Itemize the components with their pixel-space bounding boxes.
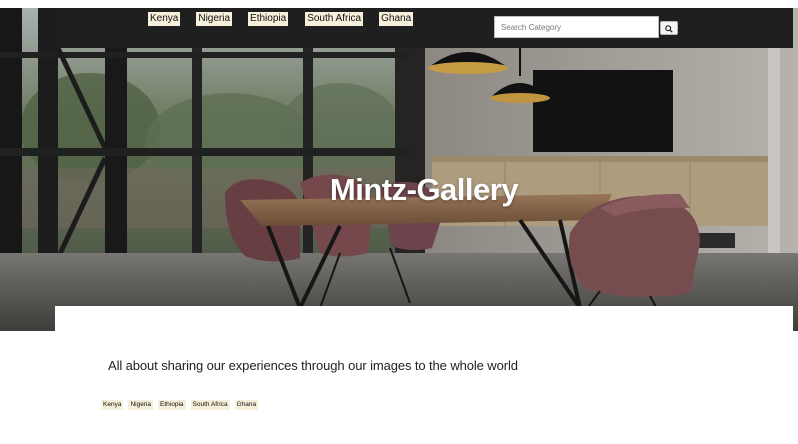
footer-link-south-africa[interactable]: South Africa <box>190 400 230 410</box>
nav-link-south-africa[interactable]: South Africa <box>305 12 364 26</box>
top-navbar: Kenya Nigeria Ethiopia South Africa Ghan… <box>55 8 793 48</box>
content-panel <box>55 306 793 336</box>
footer-links: Kenya Nigeria Ethiopia South Africa Ghan… <box>101 400 263 410</box>
hero-title: Mintz-Gallery <box>329 172 519 207</box>
search-button[interactable] <box>660 21 678 35</box>
nav-link-ethiopia[interactable]: Ethiopia <box>248 12 289 26</box>
footer-link-ethiopia[interactable]: Ethiopia <box>158 400 186 410</box>
search-input[interactable] <box>494 16 659 38</box>
search-icon <box>665 25 673 33</box>
hero-banner: Mintz-Gallery <box>0 8 798 331</box>
nav-link-nigeria[interactable]: Nigeria <box>196 12 233 26</box>
nav-links: Kenya Nigeria Ethiopia South Africa Ghan… <box>148 12 428 26</box>
footer-link-kenya[interactable]: Kenya <box>101 400 124 410</box>
footer-link-nigeria[interactable]: Nigeria <box>128 400 154 410</box>
tagline: All about sharing our experiences throug… <box>108 358 518 373</box>
nav-link-kenya[interactable]: Kenya <box>148 12 181 26</box>
hero-image <box>0 8 798 331</box>
nav-link-ghana[interactable]: Ghana <box>379 12 414 26</box>
page: Mintz-Gallery Kenya Nigeria Ethiopia Sou… <box>0 0 798 444</box>
footer-link-ghana[interactable]: Ghana <box>234 400 259 410</box>
